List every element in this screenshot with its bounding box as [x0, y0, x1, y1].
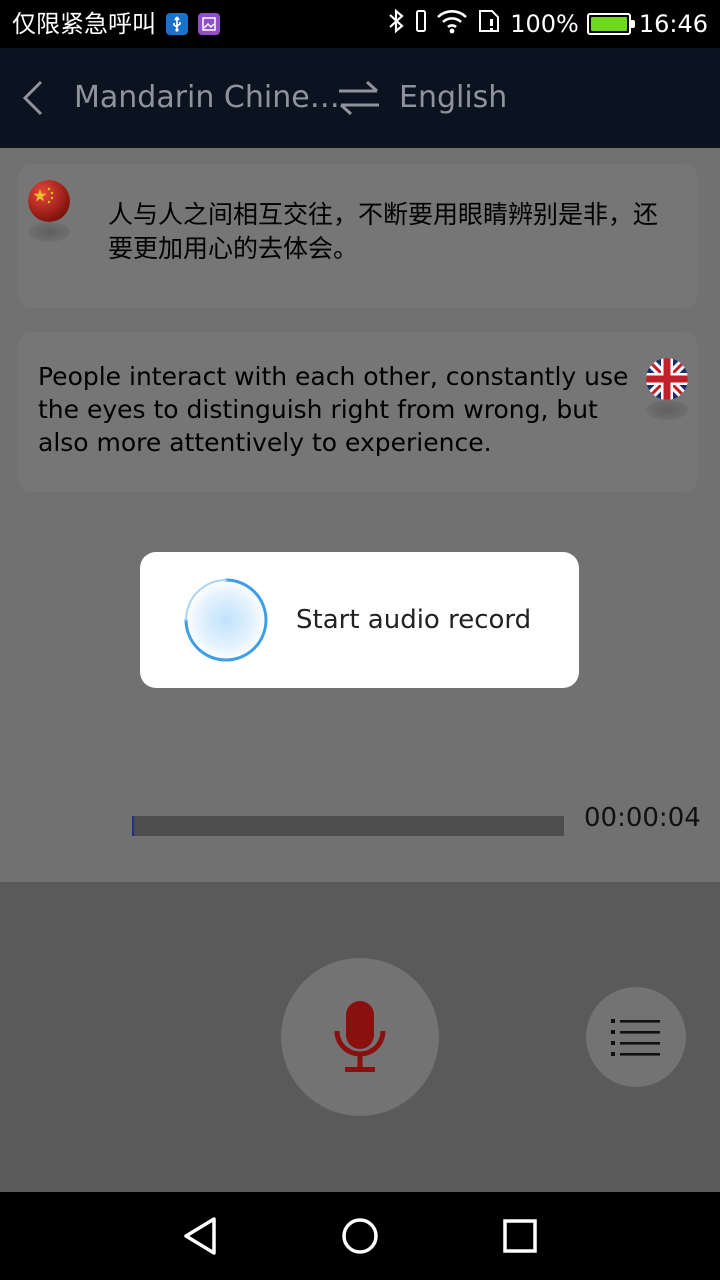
nav-recents-icon	[503, 1219, 537, 1253]
language-header: Mandarin Chine… English	[0, 48, 720, 148]
microphone-button[interactable]	[281, 958, 439, 1116]
swap-arrows-icon	[339, 80, 379, 116]
source-language-selector[interactable]: Mandarin Chine…	[74, 73, 340, 123]
uk-flag-icon	[646, 358, 688, 400]
gallery-icon	[198, 13, 220, 35]
recording-dialog: Start audio record	[140, 552, 579, 688]
carrier-text: 仅限紧急呼叫	[12, 10, 156, 38]
bottom-controls	[0, 882, 720, 1192]
wifi-icon	[436, 8, 468, 40]
back-chevron-icon	[22, 80, 43, 116]
back-button[interactable]	[8, 73, 58, 123]
recording-progress-bar	[132, 816, 564, 836]
history-list-button[interactable]	[586, 987, 686, 1087]
system-nav-bar	[0, 1192, 720, 1280]
flag-reflection	[646, 400, 688, 420]
battery-nub	[630, 20, 635, 28]
loading-spinner-icon	[184, 578, 268, 662]
microphone-icon	[334, 1001, 386, 1072]
target-language-selector[interactable]: English	[399, 73, 507, 123]
battery-fill	[590, 17, 627, 31]
status-right: 100% 16:46	[386, 8, 708, 40]
nav-back-button[interactable]	[170, 1206, 230, 1266]
nav-back-icon	[184, 1217, 216, 1255]
translated-text: People interact with each other, constan…	[38, 362, 629, 457]
source-text: 人与人之间相互交往，不断要用眼睛辨别是非，还要更加用心的去体会。	[108, 200, 659, 263]
nav-home-button[interactable]	[330, 1206, 390, 1266]
china-flag-icon	[28, 180, 70, 222]
recording-progress-fill	[132, 816, 135, 836]
conversation-area: 人与人之间相互交往，不断要用眼睛辨别是非，还要更加用心的去体会。 People …	[0, 148, 720, 882]
status-bar: 仅限紧急呼叫 100% 16:46	[0, 0, 720, 48]
translated-message-bubble[interactable]: People interact with each other, constan…	[18, 332, 698, 492]
source-message-bubble[interactable]: 人与人之间相互交往，不断要用眼睛辨别是非，还要更加用心的去体会。	[18, 164, 698, 308]
status-left: 仅限紧急呼叫	[12, 8, 220, 40]
usb-icon	[166, 13, 188, 35]
nav-recents-button[interactable]	[490, 1206, 550, 1266]
vibrate-icon	[414, 8, 428, 40]
battery-percent: 100%	[510, 10, 579, 38]
bluetooth-icon	[386, 7, 406, 41]
recording-timer: 00:00:04	[584, 803, 701, 833]
nav-home-icon	[342, 1218, 378, 1254]
sim-alert-icon	[476, 8, 502, 40]
battery-icon	[586, 13, 635, 35]
list-menu-icon	[611, 1019, 660, 1056]
flag-reflection	[28, 222, 70, 242]
status-time: 16:46	[638, 10, 708, 38]
swap-languages-button[interactable]	[334, 73, 384, 123]
dialog-message: Start audio record	[296, 605, 532, 635]
